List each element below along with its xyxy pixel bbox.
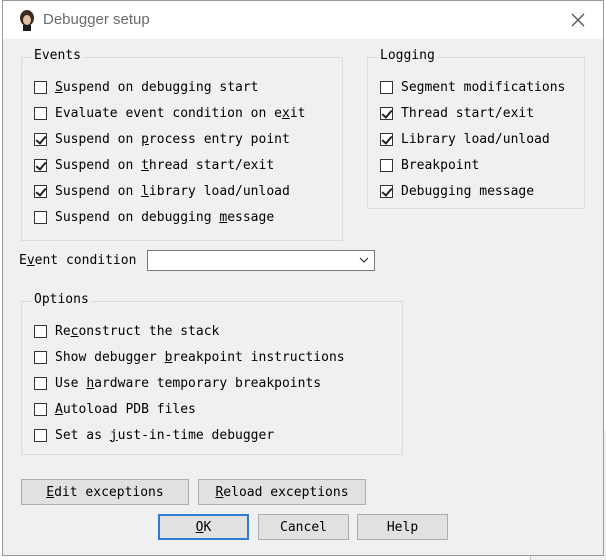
checkbox-label: Suspend on process entry point xyxy=(55,131,290,147)
checkbox-label: Show debugger breakpoint instructions xyxy=(55,349,345,365)
window-title: Debugger setup xyxy=(43,11,150,28)
logging-group-label: Logging xyxy=(378,48,437,63)
title-bar[interactable]: Debugger setup xyxy=(3,1,603,39)
options-option-4[interactable]: Set as just-in-time debugger xyxy=(34,425,274,445)
ok-button[interactable]: OK xyxy=(158,514,249,540)
checkbox-label: Breakpoint xyxy=(401,157,480,173)
options-option-1[interactable]: Show debugger breakpoint instructions xyxy=(34,347,345,367)
checkbox-label: Set as just-in-time debugger xyxy=(55,427,275,443)
events-option-2[interactable]: Suspend on process entry point xyxy=(34,129,290,149)
checkbox-label: Autoload PDB files xyxy=(55,401,196,417)
logging-option-4[interactable]: Debugging message xyxy=(380,181,534,201)
checkbox-unchecked[interactable] xyxy=(34,106,47,120)
checkbox-checked[interactable] xyxy=(34,132,47,146)
checkbox-label: Segment modifications xyxy=(401,79,566,95)
checkbox-unchecked[interactable] xyxy=(34,428,47,442)
checkbox-label: Library load/unload xyxy=(401,131,550,147)
checkbox-label: Reconstruct the stack xyxy=(55,323,220,339)
events-option-0[interactable]: Suspend on debugging start xyxy=(34,77,259,97)
logging-option-1[interactable]: Thread start/exit xyxy=(380,103,534,123)
checkbox-unchecked[interactable] xyxy=(34,80,47,94)
options-option-3[interactable]: Autoload PDB files xyxy=(34,399,196,419)
checkbox-checked[interactable] xyxy=(380,106,393,120)
checkbox-label: Thread start/exit xyxy=(401,105,535,121)
events-option-4[interactable]: Suspend on library load/unload xyxy=(34,181,290,201)
events-group-label: Events xyxy=(32,48,83,63)
checkbox-label: Suspend on library load/unload xyxy=(55,183,290,199)
chevron-down-icon[interactable] xyxy=(358,253,370,267)
help-button[interactable]: Help xyxy=(357,514,448,540)
close-icon xyxy=(571,13,585,27)
checkbox-label: Suspend on debugging message xyxy=(55,209,275,225)
checkbox-unchecked[interactable] xyxy=(34,350,47,364)
event-condition-label: Event condition xyxy=(19,253,137,268)
reload-exceptions-button[interactable]: Reload exceptions xyxy=(198,479,366,505)
checkbox-label: Suspend on thread start/exit xyxy=(55,157,275,173)
checkbox-checked[interactable] xyxy=(380,184,393,198)
checkbox-label: Suspend on debugging start xyxy=(55,79,259,95)
events-option-3[interactable]: Suspend on thread start/exit xyxy=(34,155,274,175)
checkbox-label: Use hardware temporary breakpoints xyxy=(55,375,322,391)
checkbox-checked[interactable] xyxy=(380,132,393,146)
logging-group: Logging Segment modifications Thread star… xyxy=(367,48,585,209)
cancel-button[interactable]: Cancel xyxy=(258,514,349,540)
events-option-5[interactable]: Suspend on debugging message xyxy=(34,207,274,227)
checkbox-unchecked[interactable] xyxy=(34,376,47,390)
checkbox-checked[interactable] xyxy=(34,184,47,198)
options-option-0[interactable]: Reconstruct the stack xyxy=(34,321,219,341)
options-group-label: Options xyxy=(32,292,91,307)
close-button[interactable] xyxy=(567,9,589,31)
checkbox-unchecked[interactable] xyxy=(380,158,393,172)
events-group: Events Suspend on debugging start Evaluat… xyxy=(21,48,343,241)
event-condition-combobox[interactable] xyxy=(147,250,375,271)
logging-option-3[interactable]: Breakpoint xyxy=(380,155,479,175)
logging-option-2[interactable]: Library load/unload xyxy=(380,129,550,149)
checkbox-label: Evaluate event condition on exit xyxy=(55,105,306,121)
app-portrait-icon xyxy=(20,10,34,31)
options-option-2[interactable]: Use hardware temporary breakpoints xyxy=(34,373,321,393)
logging-option-0[interactable]: Segment modifications xyxy=(380,77,565,97)
checkbox-unchecked[interactable] xyxy=(34,402,47,416)
checkbox-unchecked[interactable] xyxy=(34,324,47,338)
edit-exceptions-button[interactable]: Edit exceptions xyxy=(21,479,189,505)
checkbox-checked[interactable] xyxy=(34,158,47,172)
checkbox-label: Debugging message xyxy=(401,183,535,199)
checkbox-unchecked[interactable] xyxy=(34,210,47,224)
events-option-1[interactable]: Evaluate event condition on exit xyxy=(34,103,305,123)
options-group: Options Reconstruct the stack Show debugg… xyxy=(21,292,403,455)
checkbox-unchecked[interactable] xyxy=(380,80,393,94)
debugger-setup-dialog: Debugger setup Events Suspend on debuggi… xyxy=(2,0,604,556)
